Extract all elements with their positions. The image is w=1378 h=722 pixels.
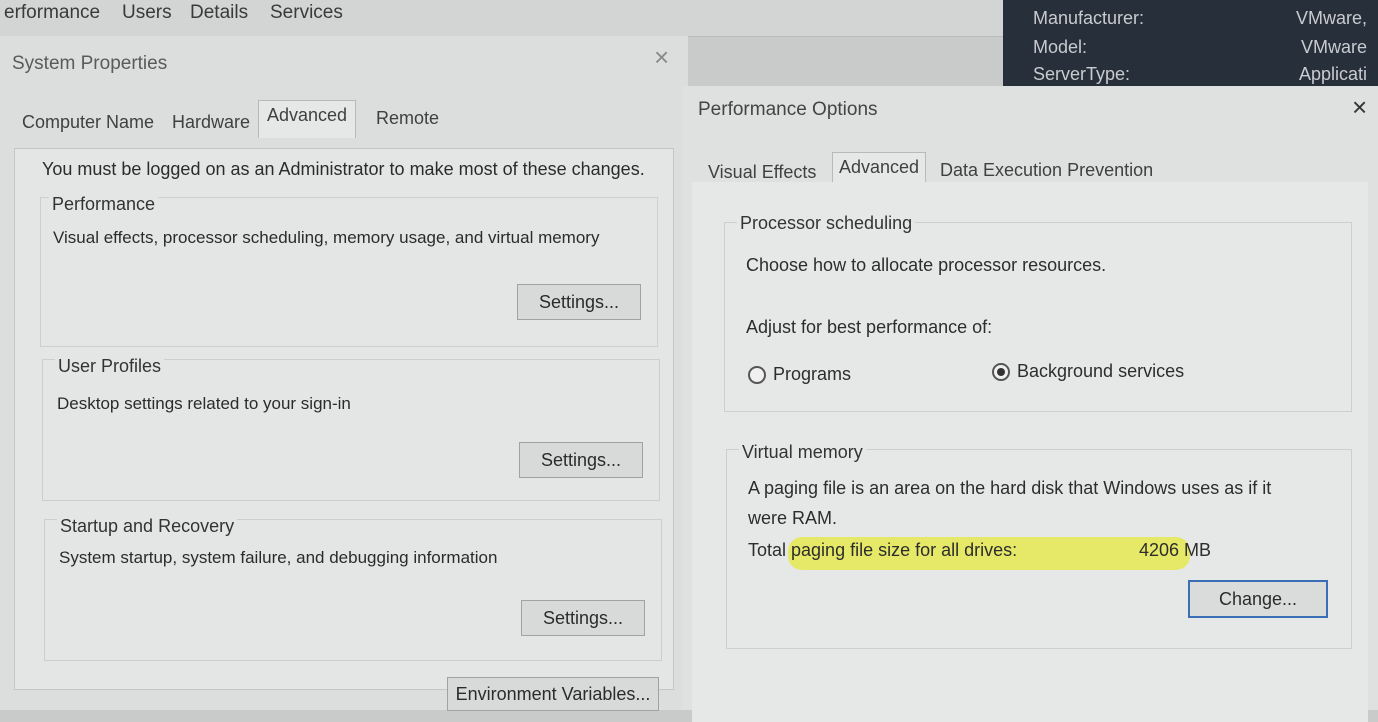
group-title: User Profiles	[55, 356, 165, 377]
tab-details[interactable]: Details	[186, 2, 252, 24]
task-manager-tabbar: erformance Users Details Services	[0, 0, 1005, 37]
startup-recovery-group: Startup and Recovery System startup, sys…	[44, 516, 662, 661]
window-title: System Properties	[12, 53, 168, 74]
group-title: Performance	[49, 194, 159, 215]
group-title: Startup and Recovery	[57, 516, 238, 537]
group-description: System startup, system failure, and debu…	[59, 548, 498, 567]
info-key: Model:	[1033, 37, 1088, 57]
virtual-memory-description-line2: were RAM.	[748, 508, 838, 528]
group-description: Visual effects, processor scheduling, me…	[53, 228, 600, 247]
tab-remote[interactable]: Remote	[370, 104, 445, 133]
tab-data-execution-prevention[interactable]: Data Execution Prevention	[934, 156, 1159, 185]
startup-recovery-settings-button[interactable]: Settings...	[521, 600, 645, 636]
info-row-servertype: ServerType: Applicati	[1033, 64, 1373, 86]
user-profiles-settings-button[interactable]: Settings...	[519, 442, 643, 478]
info-value: VMware	[1300, 37, 1367, 57]
background-services-label[interactable]: Background services	[1017, 361, 1184, 382]
change-button[interactable]: Change...	[1188, 580, 1328, 618]
paging-size-label: Total paging file size for all drives:	[748, 540, 1018, 560]
tab-panel: You must be logged on as an Administrato…	[14, 148, 674, 711]
close-icon[interactable]: ×	[654, 42, 669, 73]
background-services-radio[interactable]	[992, 363, 1010, 381]
info-key: ServerType:	[1033, 64, 1131, 84]
tab-users[interactable]: Users	[118, 2, 176, 24]
group-title: Processor scheduling	[737, 213, 916, 234]
info-value: VMware,	[1295, 8, 1367, 28]
environment-variables-button[interactable]: Environment Variables...	[447, 677, 659, 711]
window-title: Performance Options	[698, 99, 878, 120]
tab-computer-name[interactable]: Computer Name	[16, 108, 160, 137]
adjust-label: Adjust for best performance of:	[746, 317, 993, 337]
paging-size-value: 4206 MB	[1139, 540, 1212, 560]
group-title: Virtual memory	[739, 442, 866, 463]
close-icon[interactable]: ×	[1352, 92, 1367, 123]
tab-services[interactable]: Services	[266, 2, 347, 24]
programs-label[interactable]: Programs	[773, 364, 851, 385]
tab-hardware[interactable]: Hardware	[166, 108, 256, 137]
admin-note: You must be logged on as an Administrato…	[42, 159, 645, 179]
virtual-memory-description-line1: A paging file is an area on the hard dis…	[748, 478, 1272, 498]
tab-performance[interactable]: erformance	[0, 2, 104, 24]
user-profiles-group: User Profiles Desktop settings related t…	[42, 356, 660, 501]
programs-radio[interactable]	[748, 366, 766, 384]
system-properties-window: System Properties × Computer Name Hardwa…	[0, 36, 688, 711]
group-description: Desktop settings related to your sign-in	[57, 394, 351, 413]
info-key: Manufacturer:	[1033, 8, 1145, 28]
performance-settings-button[interactable]: Settings...	[517, 284, 641, 320]
info-value: Applicati	[1298, 64, 1367, 84]
tab-advanced[interactable]: Advanced	[258, 100, 357, 138]
processor-description: Choose how to allocate processor resourc…	[746, 255, 1107, 275]
system-info-panel: Manufacturer: VMware, Model: VMware Serv…	[1003, 0, 1378, 86]
performance-group: Performance Visual effects, processor sc…	[40, 194, 658, 347]
